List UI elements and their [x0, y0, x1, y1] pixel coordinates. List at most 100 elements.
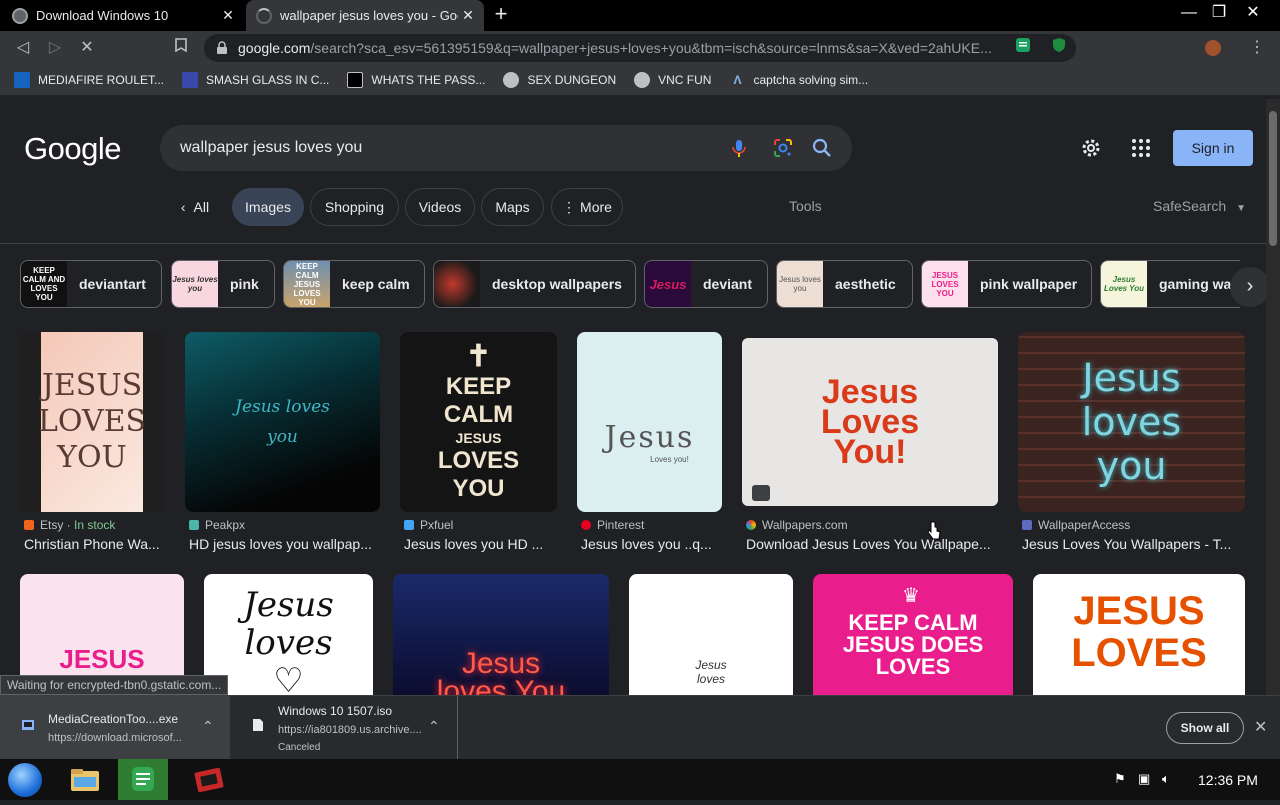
- file-explorer-icon[interactable]: [68, 763, 102, 797]
- tools-button[interactable]: Tools: [789, 198, 822, 214]
- chip-deviantart[interactable]: KEEP CALM AND LOVES YOU deviantart: [20, 260, 162, 308]
- chevron-up-icon[interactable]: ⌃: [202, 718, 214, 735]
- close-window-button[interactable]: ✕: [1238, 2, 1268, 26]
- bookmark-vnc-fun[interactable]: VNC FUN: [634, 72, 711, 88]
- in-stock-label: In stock: [74, 518, 116, 532]
- chip-gaming-wallpaper[interactable]: Jesus Loves You gaming wa: [1100, 260, 1240, 308]
- minimize-button[interactable]: —: [1174, 2, 1204, 26]
- tab-strip: Download Windows 10 ✕ wallpaper jesus lo…: [0, 0, 1280, 31]
- nav-shopping[interactable]: Shopping: [310, 188, 399, 226]
- close-icon[interactable]: ✕: [218, 7, 238, 24]
- search-box[interactable]: wallpaper jesus loves you: [160, 125, 852, 171]
- chip-pink-wallpaper[interactable]: JESUS LOVES YOU pink wallpaper: [921, 260, 1092, 308]
- chevron-left-icon: ‹: [180, 199, 186, 215]
- result-image[interactable]: Jesus Loves You!: [742, 338, 998, 506]
- extension-shield-icon[interactable]: [1048, 37, 1070, 59]
- page-scrollbar[interactable]: [1266, 99, 1280, 695]
- peakpx-icon: [189, 520, 199, 530]
- chip-thumbnail: Jesus loves you: [172, 261, 218, 307]
- tab-google-search[interactable]: wallpaper jesus loves you - Google Searc…: [246, 0, 484, 31]
- address-path: /search?sca_esv=561395159&q=wallpaper+je…: [310, 40, 992, 56]
- chip-thumbnail: Jesus: [645, 261, 691, 307]
- nav-more[interactable]: ⋮ More: [551, 188, 623, 226]
- network-icon[interactable]: ▣: [1138, 771, 1150, 787]
- result-caption[interactable]: Jesus loves you HD ...: [404, 536, 554, 552]
- gear-icon[interactable]: [1079, 136, 1103, 160]
- flag-icon[interactable]: ⚑: [1114, 771, 1126, 787]
- etsy-icon: [24, 520, 34, 530]
- result-image[interactable]: ✝ KEEP CALM JESUS LOVES YOU: [400, 332, 557, 512]
- search-input[interactable]: wallpaper jesus loves you: [180, 139, 362, 157]
- media-app-icon[interactable]: [192, 763, 226, 797]
- bookmark-whats-the-pass[interactable]: WHATS THE PASS...: [347, 72, 485, 88]
- maximize-button[interactable]: ❐: [1204, 2, 1234, 26]
- bookmark-icon[interactable]: [170, 37, 192, 59]
- result-image[interactable]: Jesus Loves you!: [577, 332, 722, 512]
- bookmark-sex-dungeon[interactable]: SEX DUNGEON: [503, 72, 616, 88]
- result-image[interactable]: Jesus loves you: [1018, 332, 1245, 512]
- chevron-right-icon[interactable]: ›: [1230, 267, 1266, 307]
- loading-icon: [256, 7, 272, 24]
- forward-icon[interactable]: ▷: [44, 37, 66, 59]
- chip-keep-calm[interactable]: KEEP CALM JESUS LOVES YOU keep calm: [283, 260, 425, 308]
- tab-download-windows[interactable]: Download Windows 10 ✕: [0, 0, 244, 31]
- nav-all[interactable]: ‹ All: [168, 188, 222, 226]
- chip-thumbnail: Jesus loves you: [777, 261, 823, 307]
- google-logo[interactable]: Google: [24, 131, 121, 167]
- result-caption[interactable]: Christian Phone Wa...: [24, 536, 164, 552]
- show-all-button[interactable]: Show all: [1166, 712, 1244, 744]
- close-icon[interactable]: ✕: [458, 7, 478, 24]
- exe-file-icon: [22, 720, 34, 730]
- extension-sheets-icon[interactable]: [1012, 37, 1034, 59]
- sheets-app-icon[interactable]: [118, 759, 168, 800]
- result-caption[interactable]: Download Jesus Loves You Wallpape...: [746, 536, 998, 552]
- search-icon[interactable]: [811, 137, 833, 159]
- chip-pink[interactable]: Jesus loves you pink: [171, 260, 275, 308]
- download-url: https://ia801809.us.archive....: [278, 724, 422, 736]
- safesearch-button[interactable]: SafeSearch ▼: [1153, 198, 1246, 214]
- result-image[interactable]: JESUS LOVES YOU: [20, 332, 164, 512]
- volume-icon[interactable]: 🔈︎: [1162, 771, 1170, 787]
- lens-icon[interactable]: [772, 137, 794, 159]
- result-image[interactable]: Jesus loves: [629, 574, 793, 695]
- chip-thumbnail: KEEP CALM AND LOVES YOU: [21, 261, 67, 307]
- address-host: google.com: [238, 40, 311, 56]
- result-caption[interactable]: HD jesus loves you wallpap...: [189, 536, 379, 552]
- result-image[interactable]: Jesus loves You: [393, 574, 609, 695]
- apps-grid-icon[interactable]: [1131, 138, 1151, 158]
- menu-icon[interactable]: ⋮: [1246, 37, 1268, 59]
- nav-images[interactable]: Images: [232, 188, 304, 226]
- stop-icon[interactable]: ✕: [76, 37, 98, 59]
- result-caption[interactable]: Jesus Loves You Wallpapers - T...: [1022, 536, 1244, 552]
- profile-avatar[interactable]: [1202, 37, 1224, 59]
- bookmark-smash-glass[interactable]: SMASH GLASS IN C...: [182, 72, 329, 88]
- address-bar[interactable]: google.com/search?sca_esv=561395159&q=wa…: [204, 34, 1076, 62]
- start-button[interactable]: [8, 763, 42, 797]
- nav-maps[interactable]: Maps: [481, 188, 544, 226]
- new-tab-button[interactable]: +: [490, 3, 512, 26]
- nav-videos[interactable]: Videos: [405, 188, 475, 226]
- back-icon[interactable]: ◁: [12, 37, 34, 59]
- result-caption[interactable]: Jesus loves you ..q...: [581, 536, 721, 552]
- chip-aesthetic[interactable]: Jesus loves you aesthetic: [776, 260, 913, 308]
- result-image[interactable]: JESUS LOVES: [1033, 574, 1245, 695]
- chevron-up-icon[interactable]: ⌃: [428, 718, 440, 735]
- microphone-icon[interactable]: [728, 137, 750, 159]
- sign-in-button[interactable]: Sign in: [1173, 130, 1253, 166]
- wallpaperaccess-icon: [1022, 520, 1032, 530]
- download-item[interactable]: Windows 10 1507.iso https://ia801809.us.…: [230, 696, 458, 760]
- result-image[interactable]: Jesus loves you: [185, 332, 380, 512]
- download-item[interactable]: MediaCreationToo....exe https://download…: [0, 696, 230, 760]
- skull-icon: [503, 72, 520, 88]
- result-image[interactable]: Jesus loves ♡: [204, 574, 373, 695]
- whats-the-pass-icon: [347, 72, 364, 88]
- scrollbar-thumb[interactable]: [1269, 111, 1277, 246]
- bookmark-mediafire[interactable]: MEDIAFIRE ROULET...: [14, 72, 164, 88]
- chip-desktop-wallpapers[interactable]: desktop wallpapers: [433, 260, 636, 308]
- taskbar-clock[interactable]: 12:36 PM: [1198, 772, 1258, 788]
- pinterest-icon: [581, 520, 591, 530]
- bookmark-captcha[interactable]: Λcaptcha solving sim...: [729, 72, 868, 88]
- chip-deviant[interactable]: Jesus deviant: [644, 260, 768, 308]
- close-icon[interactable]: ✕: [1254, 717, 1267, 737]
- chip-thumbnail: [434, 261, 480, 307]
